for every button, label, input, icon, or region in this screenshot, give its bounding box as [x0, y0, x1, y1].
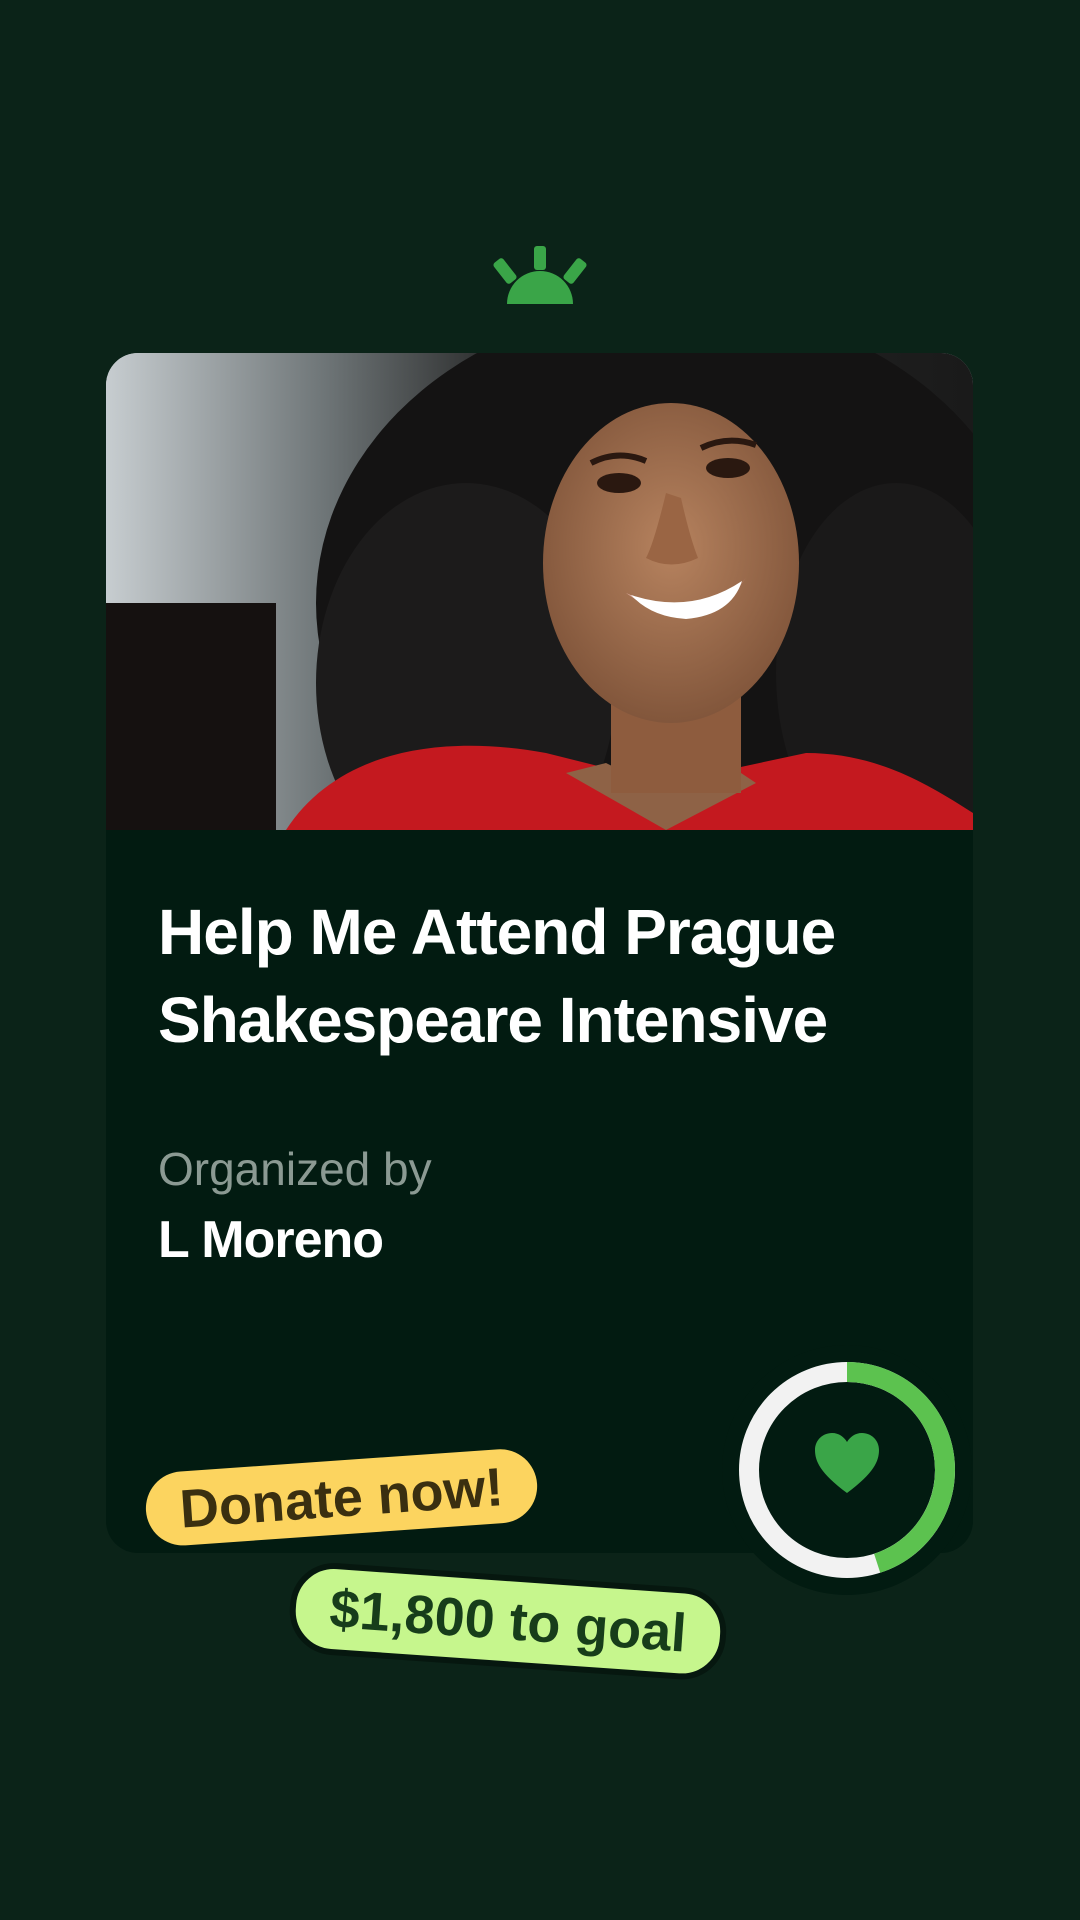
sun-rise-logo-icon: [485, 246, 595, 306]
campaign-title: Help Me Attend Prague Shakespeare Intens…: [158, 896, 836, 1056]
progress-ring: [722, 1345, 972, 1595]
organizer-name: L Moreno: [158, 1211, 384, 1269]
portrait-photo: [106, 353, 973, 830]
share-card-page: Help Me Attend Prague Shakespeare Intens…: [0, 0, 1080, 1920]
goal-remaining-badge: $1,800 to goal: [286, 1560, 730, 1683]
organized-by-label: Organized by: [158, 1143, 432, 1195]
heart-icon: [815, 1433, 879, 1493]
